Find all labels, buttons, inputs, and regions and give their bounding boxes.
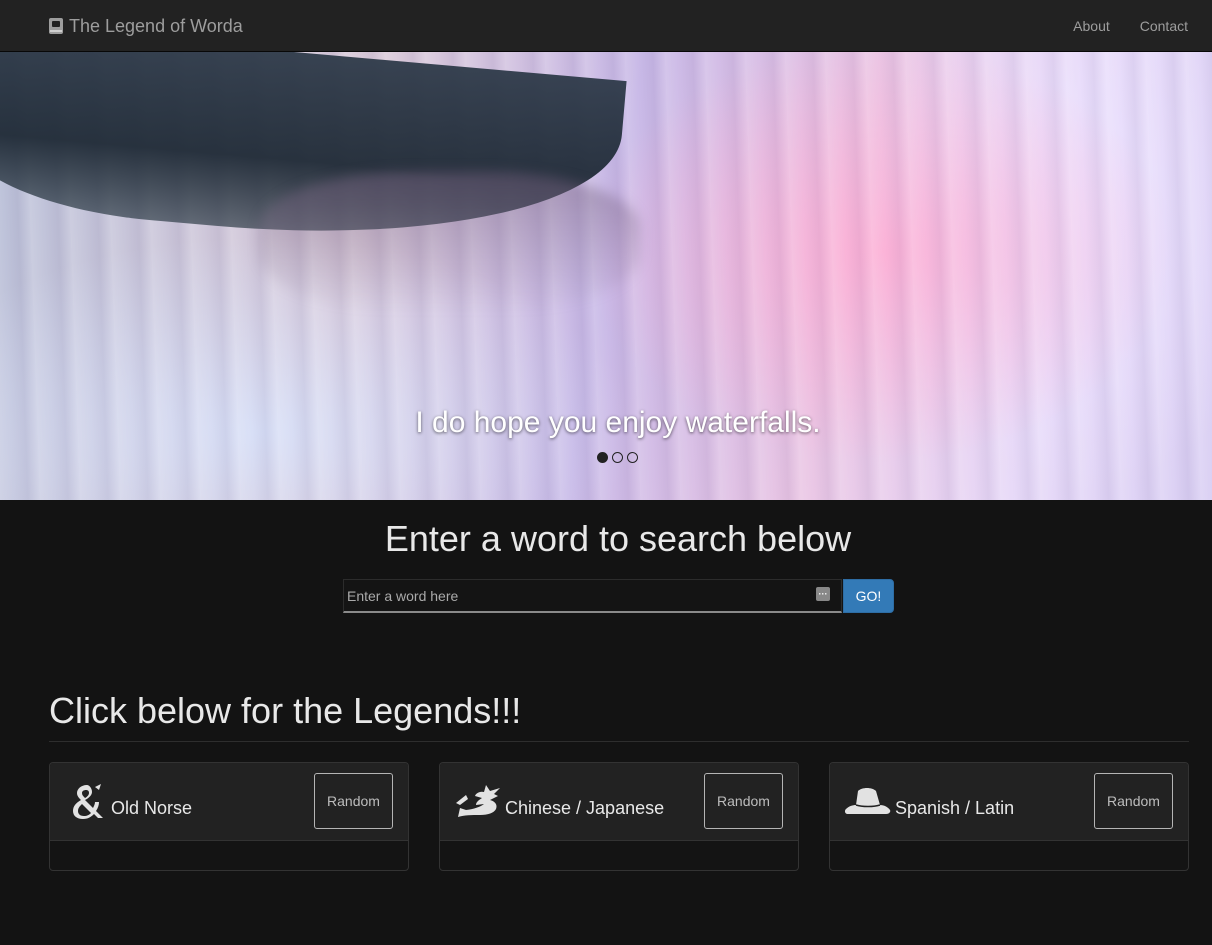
- nav-link-contact[interactable]: Contact: [1140, 18, 1188, 34]
- go-button[interactable]: GO!: [843, 579, 894, 613]
- legend-card-old-norse: Old Norse Random: [49, 762, 409, 871]
- hero-carousel[interactable]: I do hope you enjoy waterfalls.: [0, 52, 1212, 500]
- brand-label: The Legend of Worda: [69, 15, 243, 36]
- nav-link-about[interactable]: About: [1073, 18, 1110, 34]
- search-input[interactable]: [343, 579, 842, 613]
- random-button-old-norse[interactable]: Random: [314, 773, 393, 829]
- brand-link[interactable]: The Legend of Worda: [48, 15, 243, 37]
- panel-heading: Spanish / Latin Random: [830, 763, 1188, 841]
- legend-label[interactable]: Spanish / Latin: [895, 798, 1014, 819]
- search-title: Enter a word to search below: [384, 518, 852, 559]
- carousel-indicator-1[interactable]: [597, 452, 608, 463]
- waterfall-shading: [260, 172, 640, 312]
- legends-divider: [49, 741, 1189, 742]
- navbar: The Legend of Worda About Contact: [0, 0, 1212, 52]
- panel-heading: Old Norse Random: [50, 763, 408, 841]
- carousel-caption: I do hope you enjoy waterfalls.: [415, 406, 821, 439]
- search-input-wrapper: ···: [343, 579, 842, 613]
- random-button-spanish-latin[interactable]: Random: [1094, 773, 1173, 829]
- autofill-ellipsis-icon[interactable]: ···: [816, 587, 830, 601]
- legend-card-spanish-latin: Spanish / Latin Random: [829, 762, 1189, 871]
- carousel-indicator-2[interactable]: [612, 452, 623, 463]
- nav-links: About Contact: [1073, 18, 1188, 34]
- legend-label[interactable]: Chinese / Japanese: [505, 798, 664, 819]
- legend-label[interactable]: Old Norse: [111, 798, 192, 819]
- carousel-indicator-3[interactable]: [627, 452, 638, 463]
- panel-heading: Chinese / Japanese Random: [440, 763, 798, 841]
- carousel-indicators: [597, 452, 638, 463]
- random-button-chinese-japanese[interactable]: Random: [704, 773, 783, 829]
- sombrero-hat-icon: [844, 788, 891, 814]
- dragon-icon: [456, 785, 500, 817]
- ampersand-dragon-icon: [73, 784, 103, 819]
- book-icon: [49, 18, 63, 34]
- legend-card-chinese-japanese: Chinese / Japanese Random: [439, 762, 799, 871]
- search-form: ··· GO!: [343, 579, 894, 613]
- legends-title: Click below for the Legends!!!: [49, 690, 522, 731]
